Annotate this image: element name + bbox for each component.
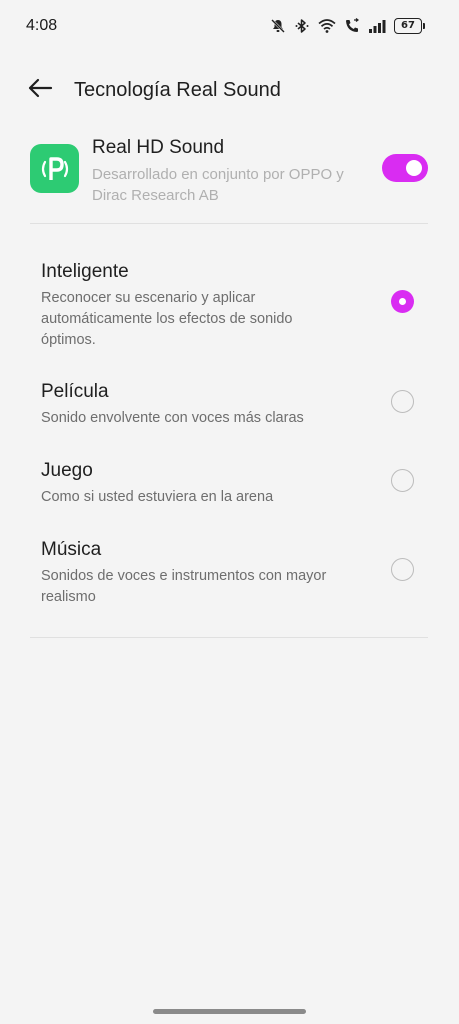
battery-level: 67 [394,18,422,34]
wifi-icon [318,18,336,34]
home-indicator[interactable] [153,1009,306,1014]
battery-icon: 67 [394,18,425,34]
option-title: Inteligente [41,261,129,282]
radio-pelicula[interactable] [391,390,414,413]
option-title: Juego [41,460,93,481]
bell-off-icon [270,18,286,34]
radio-juego[interactable] [391,469,414,492]
bluetooth-icon [294,18,310,34]
option-description: Como si usted estuviera en la arena [41,489,274,505]
hd-sound-title: Real HD Sound [92,137,225,158]
option-title: Música [41,539,102,560]
option-inteligente[interactable]: Inteligente Reconocer su escenario y apl… [0,261,459,351]
divider [30,223,428,224]
signal-icon [368,18,386,34]
option-description: Sonidos de voces e instrumentos con mayo… [41,568,327,605]
option-juego[interactable]: Juego Como si usted estuviera en la aren… [0,460,459,510]
hd-sound-toggle[interactable] [382,154,428,182]
real-hd-sound-row: Real HD Sound Desarrollado en conjunto p… [0,130,459,210]
header: Tecnología Real Sound [0,70,459,110]
radio-inteligente[interactable] [391,290,414,313]
option-description: Reconocer su escenario y aplicar automát… [41,290,293,348]
back-button[interactable] [24,76,56,104]
page-title: Tecnología Real Sound [74,79,281,101]
call-icon [344,18,360,34]
back-arrow-icon [27,78,53,103]
hd-sound-description: Desarrollado en conjunto por OPPO y Dira… [92,166,344,204]
toggle-knob [406,160,422,176]
status-bar: 4:08 67 [0,0,459,52]
radio-musica[interactable] [391,558,414,581]
option-pelicula[interactable]: Película Sonido envolvente con voces más… [0,381,459,431]
real-sound-app-icon [30,144,79,193]
option-description: Sonido envolvente con voces más claras [41,410,304,426]
status-time: 4:08 [26,17,58,34]
option-title: Película [41,381,109,402]
divider [30,637,428,638]
status-icons: 67 [270,16,425,36]
option-musica[interactable]: Música Sonidos de voces e instrumentos c… [0,539,459,609]
